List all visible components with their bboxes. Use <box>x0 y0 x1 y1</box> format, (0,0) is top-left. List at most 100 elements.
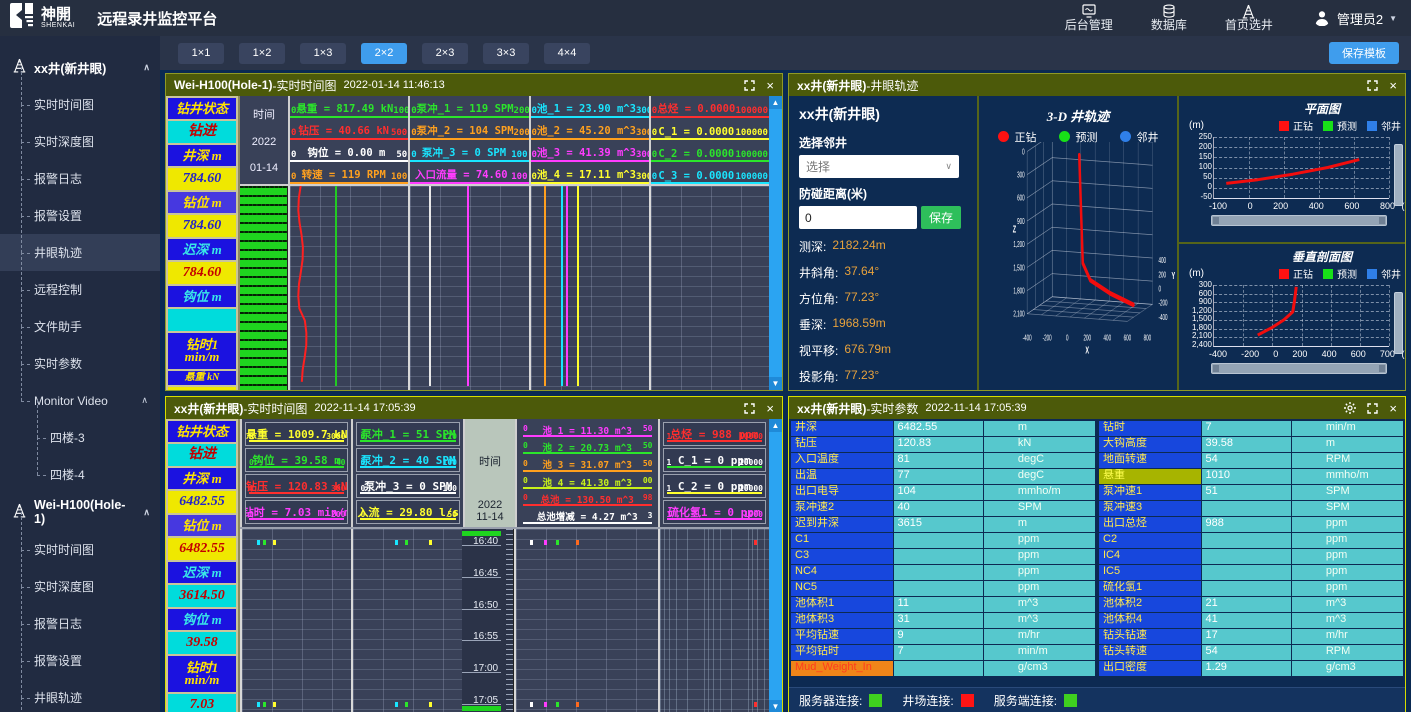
scroll-up-icon[interactable]: ▲ <box>769 96 782 109</box>
layout-button-2x3[interactable]: 2×3 <box>422 43 468 64</box>
layout-button-1x1[interactable]: 1×1 <box>178 43 224 64</box>
param-value: 817.5 <box>168 387 236 390</box>
close-icon[interactable]: × <box>1389 402 1397 415</box>
nav-item[interactable]: 数据库 <box>1151 4 1187 32</box>
sidebar-item[interactable]: 井眼轨迹 <box>0 679 160 712</box>
sidebar-item[interactable]: 实时深度图 <box>0 568 160 605</box>
layout-button-1x3[interactable]: 1×3 <box>300 43 346 64</box>
param-value: 54 <box>1202 645 1291 660</box>
params-table: 井深6482.55m钻时7min/m钻压120.83kN大钩高度39.58m入口… <box>789 419 1405 677</box>
gridline <box>1214 346 1389 347</box>
sidebar-item[interactable]: Monitor Video∧ <box>0 382 160 419</box>
table-row: 出温77degC悬重1010mmho/m <box>791 469 1403 484</box>
param-value <box>894 565 983 580</box>
curve-legend: 0钩位 = 0.00 m50 <box>290 140 408 162</box>
nav-item[interactable]: 后台管理 <box>1065 4 1113 32</box>
sidebar-item[interactable]: 实时时间图 <box>0 86 160 123</box>
panel-title-bar: Wei-H100(Hole-1) -实时时间图 2022-01-14 11:46… <box>166 74 782 96</box>
scroll-down-icon[interactable]: ▼ <box>769 700 782 712</box>
layout-button-1x2[interactable]: 1×2 <box>239 43 285 64</box>
layout-button-3x3[interactable]: 3×3 <box>483 43 529 64</box>
sidebar-item[interactable]: 井眼轨迹 <box>0 234 160 271</box>
y-tick: 1,800 <box>1192 324 1212 331</box>
param-name: 出口电导 <box>791 485 893 500</box>
horizontal-scrollbar[interactable] <box>1211 215 1387 226</box>
curve-legend: 池_3 = 31.07 m^3050 <box>520 457 655 472</box>
time-tick: 17:00 <box>462 666 501 673</box>
close-icon[interactable]: × <box>766 79 774 92</box>
curve-legend: 0C_3 = 0.0000100000 <box>651 162 769 184</box>
param-unit: g/cm3 <box>1292 661 1403 676</box>
sidebar-item[interactable]: 报警设置 <box>0 642 160 679</box>
expand-icon[interactable] <box>1367 403 1378 414</box>
close-icon[interactable]: × <box>1389 79 1397 92</box>
sidebar-item[interactable]: 实时参数 <box>0 345 160 382</box>
layout-button-2x2[interactable]: 2×2 <box>361 43 407 64</box>
status-indicator <box>961 694 974 707</box>
sidebar-item[interactable]: 实时时间图 <box>0 531 160 568</box>
table-row: 平均钻速9m/hr钻头钻速17m/hr <box>791 629 1403 644</box>
legend-label: 预测 <box>1337 266 1357 281</box>
vertical-scrollbar[interactable]: ▲ ▼ <box>769 96 782 390</box>
legend-square <box>1279 121 1289 131</box>
param-name: 钻压 <box>791 437 893 452</box>
close-icon[interactable]: × <box>766 402 774 415</box>
legend-label: 正钻 <box>1293 266 1313 281</box>
vertical-scrollbar[interactable] <box>1394 292 1403 354</box>
curve-column-header: 0总烃 = 0.00001000000C_1 = 0.00001000000C_… <box>649 96 769 184</box>
curve-min: 0 <box>249 484 254 493</box>
sidebar-subitem[interactable]: 四楼-4 <box>0 456 160 493</box>
param-group: 入口温度81degC <box>791 453 1095 468</box>
table-row: Mud_Weight_Ing/cm3出口密度1.29g/cm3 <box>791 661 1403 676</box>
horizontal-scrollbar[interactable] <box>1211 363 1387 374</box>
layout-button-4x4[interactable]: 4×4 <box>544 43 590 64</box>
param-group: 平均钻时7min/m <box>791 645 1095 660</box>
chart-title: 3-D 井轨迹 <box>979 96 1177 125</box>
param-name: 硫化氢1 <box>1099 581 1201 596</box>
param-group: 平均钻速9m/hr <box>791 629 1095 644</box>
panel-realtime-params: xx井(新井眼) -实时参数 2022-11-14 17:05:39 × 井深6… <box>788 396 1406 712</box>
nav-item[interactable]: 首页选井 <box>1225 4 1273 32</box>
distance-input[interactable] <box>799 206 917 229</box>
sidebar-item[interactable]: 报警设置 <box>0 197 160 234</box>
vertical-scrollbar[interactable] <box>1394 144 1403 206</box>
avatar <box>1313 8 1331 29</box>
save-template-button[interactable]: 保存模板 <box>1329 42 1399 64</box>
gear-icon[interactable] <box>1344 402 1356 414</box>
vertical-scrollbar[interactable]: ▲ ▼ <box>769 419 782 712</box>
param-group: 泵冲速3SPM <box>1099 501 1403 516</box>
stat-label: 投影角: <box>799 368 838 385</box>
offset-well-select[interactable]: 选择 ∨ <box>799 155 959 178</box>
user-menu[interactable]: 管理员2 ▼ <box>1313 8 1397 29</box>
curve-max: 10000 <box>739 432 763 441</box>
sidebar-item[interactable]: 远程控制 <box>0 271 160 308</box>
param-group: NC4ppm <box>791 565 1095 580</box>
expand-icon[interactable] <box>1367 80 1378 91</box>
curve-max: 1000 <box>744 510 763 519</box>
sidebar-item[interactable]: 报警日志 <box>0 605 160 642</box>
sidebar-well-group[interactable]: xx井(新井眼)∧ <box>0 48 160 86</box>
expand-icon[interactable] <box>744 80 755 91</box>
curve-label: 入口流量 = 74.60 <box>415 167 508 182</box>
vertical-section-chart: 垂直剖面图(m)正钻预测邻井3006009001,2001,5001,8002,… <box>1179 244 1405 390</box>
scroll-down-icon[interactable]: ▼ <box>769 377 782 390</box>
svg-text:600: 600 <box>1124 334 1132 343</box>
stat-value: 676.79m <box>844 342 891 359</box>
sidebar-item[interactable]: 文件助手 <box>0 308 160 345</box>
sidebar-item[interactable]: 实时深度图 <box>0 123 160 160</box>
sidebar-subitem[interactable]: 四楼-3 <box>0 419 160 456</box>
sidebar-well-group[interactable]: Wei-H100(Hole-1)∧ <box>0 493 160 531</box>
scroll-up-icon[interactable]: ▲ <box>769 419 782 432</box>
param-name: 池体积2 <box>1099 597 1201 612</box>
sidebar-item[interactable]: 报警日志 <box>0 160 160 197</box>
param-value: 41 <box>1202 613 1291 628</box>
expand-icon[interactable] <box>744 403 755 414</box>
save-button[interactable]: 保存 <box>921 206 961 229</box>
svg-text:-400: -400 <box>1158 314 1167 323</box>
curve-label: C_2 = 0.0000 <box>658 148 734 160</box>
curve-max: 50 <box>447 510 457 519</box>
trajectory-line <box>1214 137 1389 198</box>
param-unit: ppm <box>1292 565 1403 580</box>
param-unit: m <box>984 517 1095 532</box>
chart-tracks: 16:4016:4516:5016:5517:0017:05 <box>240 529 769 712</box>
